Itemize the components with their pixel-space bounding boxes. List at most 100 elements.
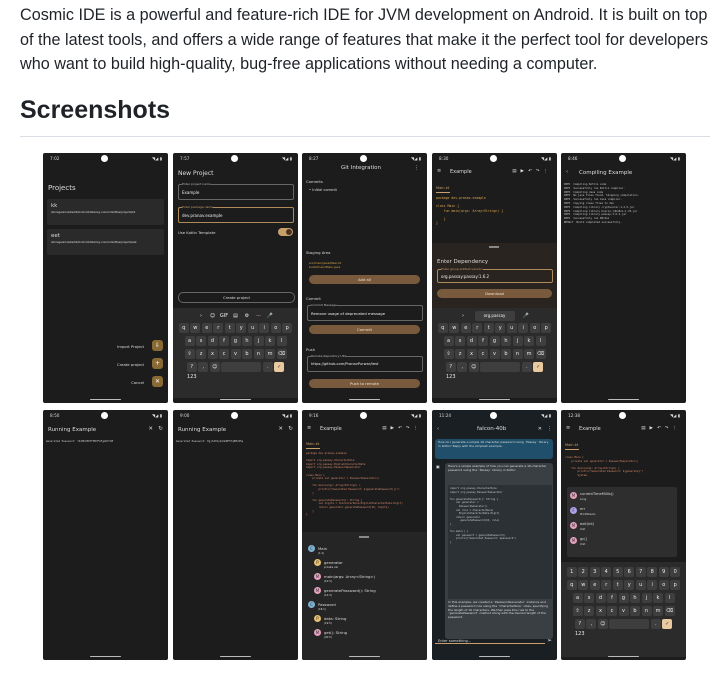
more-icon[interactable]: ⋮ [547,426,552,432]
keyboard-key[interactable]: y [495,323,506,333]
keyboard-key[interactable]: c [219,349,229,359]
screenshot-ai-chat[interactable]: 11:24 ◥◢ ▮ ‹ falcon-40b ✕ ⋮ How do I gene… [432,410,557,660]
keyboard-key[interactable]: l [535,336,546,346]
keyboard-key[interactable]: t [224,323,235,333]
keyboard-key[interactable]: z [584,606,594,616]
keyboard-key[interactable]: f [219,336,229,346]
keyboard-key[interactable]: n [512,349,523,359]
project-card[interactable]: kk /storage/emulated/0/Android/data/org.… [47,199,164,225]
keyboard-key[interactable]: v [230,349,241,359]
close-icon[interactable]: ✕ [148,426,153,432]
keyboard-key[interactable]: 1 [566,567,577,577]
keyboard-key[interactable]: 3 [589,567,600,577]
keyboard-key[interactable]: z [455,349,465,359]
keyboard-key[interactable]: ⇧ [443,349,454,359]
keyboard-key[interactable]: ?123 [445,362,456,380]
keyboard-key[interactable]: 8 [647,567,658,577]
completion-item[interactable]: McurrentTimeMillis() Long [570,491,674,506]
back-arrow-icon[interactable]: ‹ [566,169,568,175]
keyboard-key[interactable]: 6 [624,567,635,577]
keyboard-key[interactable]: n [641,606,652,616]
keyboard-key[interactable]: ☺ [468,362,479,372]
keyboard-key[interactable]: k [524,336,534,346]
keyboard-key[interactable]: f [478,336,488,346]
keyboard-key[interactable]: m [265,349,275,359]
outline-item[interactable]: Pgenerator private val [314,559,423,573]
keyboard-key[interactable]: l [664,593,675,603]
keyboard-key[interactable]: 9 [658,567,669,577]
keyboard-key[interactable]: . [521,362,532,372]
keyboard-key[interactable]: x [595,606,606,616]
keyboard-key[interactable]: k [265,336,275,346]
outline-item[interactable]: Mget(): String (20:5) [314,629,423,643]
keyboard-key[interactable]: . [262,362,273,372]
keyboard-key[interactable]: b [501,349,511,359]
keyboard-key[interactable]: a [443,336,454,346]
keyboard-key[interactable]: m [524,349,534,359]
keyboard-key[interactable] [221,362,262,372]
outline-item[interactable]: C Password (18:1) [308,601,423,615]
outline-item[interactable]: C Main (1:1) [308,545,423,559]
keyboard-key[interactable]: x [207,349,218,359]
close-icon[interactable]: ✕ [538,426,542,432]
keyboard-key[interactable]: s [455,336,465,346]
download-button[interactable]: Download [437,289,552,298]
code-editor[interactable]: package dev.pranav.example import org.pa… [306,452,403,517]
screenshot-code-outline[interactable]: 9:16 ◥◢ ▮ ≡ Example ▤▶↶↷⋮ Main.kt package… [302,410,427,660]
keyboard-key[interactable]: ✓ [662,619,673,629]
screenshot-new-project[interactable]: 7:57 ◥◢ ▮ New Project Enter project name … [173,153,298,403]
keyboard-key[interactable]: o [270,323,281,333]
keyboard-key[interactable]: w [578,580,589,590]
keyboard-key[interactable]: s [196,336,206,346]
keyboard-key[interactable]: j [253,336,264,346]
package-name-field[interactable]: Enter package name dev.pranav.example [178,205,294,223]
keyboard-key[interactable]: r [472,323,483,333]
keyboard-key[interactable]: t [612,580,623,590]
keyboard-key[interactable]: 5 [612,567,623,577]
keyboard-key[interactable]: r [601,580,612,590]
keyboard-key[interactable]: y [624,580,635,590]
project-card[interactable]: eet /storage/emulated/0/Android/data/org… [47,229,164,255]
keyboard-key[interactable]: , [198,362,209,372]
keyboard-key[interactable]: ⌫ [535,349,546,359]
keyboard-key[interactable]: g [618,593,629,603]
keyboard-key[interactable]: b [630,606,640,616]
screenshot-running-2[interactable]: 9:00 ◥◢ ▮ Running Example ✕ ↻ Generated P… [173,410,298,660]
keyboard-key[interactable]: u [247,323,258,333]
add-all-button[interactable]: Add all [309,275,420,284]
keyboard-key[interactable]: d [595,593,606,603]
keyboard-key[interactable]: p [282,323,293,333]
keyboard-key[interactable]: . [650,619,661,629]
keyboard-key[interactable]: q [437,323,448,333]
push-button[interactable]: Push to remote [309,379,420,388]
project-name-field[interactable]: Enter project name Example [178,182,294,200]
keyboard-key[interactable]: ?123 [574,619,585,637]
send-icon[interactable]: ➢ [547,637,552,644]
back-arrow-icon[interactable]: ‹ [437,426,439,432]
screenshot-projects[interactable]: 7:02 ◥◢ ▮ Projects kk /storage/emulated/0… [43,153,168,403]
dependency-field[interactable]: Enter group:artifact:version org.passay:… [437,267,553,283]
keyboard-key[interactable]: e [460,323,471,333]
keyboard-key[interactable]: c [607,606,617,616]
keyboard-key[interactable]: , [457,362,468,372]
refresh-icon[interactable]: ↻ [288,426,293,432]
screenshot-compiling[interactable]: 8:46 ◥◢ ▮ ‹ Compiling Example INFO Compil… [561,153,686,403]
toolbar-icons[interactable]: ▤▶↶↷⋮ [641,426,681,431]
keyboard-key[interactable]: ☺ [209,362,220,372]
keyboard-key[interactable]: r [213,323,224,333]
keyboard-key[interactable]: a [184,336,195,346]
outline-item[interactable]: Mmain(args: Array<String>) (10:3) [314,573,423,587]
keyboard-key[interactable]: i [647,580,658,590]
toolbar-icons[interactable]: ▤▶↶↷⋮ [512,169,552,174]
keyboard-key[interactable]: 2 [578,567,589,577]
commit-message-field[interactable]: Commit Message Remove usage of deprecate… [307,303,423,321]
keyboard-key[interactable]: ?123 [186,362,197,380]
keyboard-key[interactable]: i [259,323,270,333]
menu-icon[interactable]: ≡ [307,425,311,431]
keyboard-key[interactable]: 4 [601,567,612,577]
keyboard-key[interactable]: ⇧ [184,349,195,359]
keyboard-key[interactable]: y [236,323,247,333]
keyboard-key[interactable]: l [276,336,287,346]
keyboard-key[interactable]: m [653,606,663,616]
keyboard-key[interactable]: x [466,349,477,359]
